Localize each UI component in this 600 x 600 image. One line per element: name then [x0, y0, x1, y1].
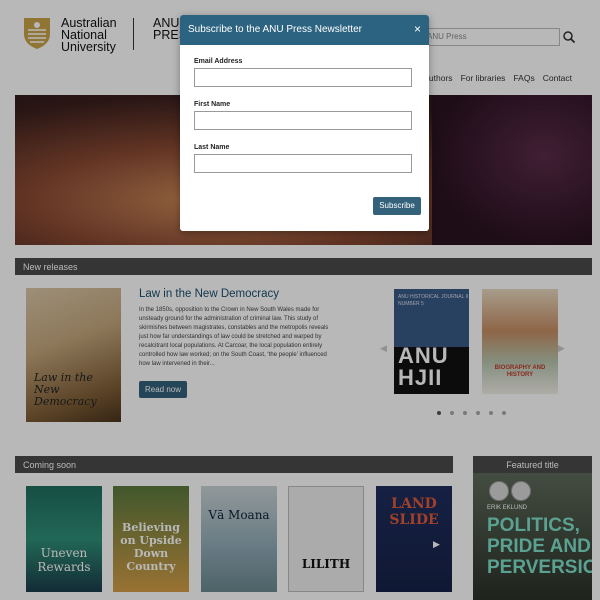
first-name-field[interactable]	[194, 111, 412, 130]
close-icon[interactable]: ×	[414, 22, 421, 36]
first-name-label: First Name	[194, 101, 231, 108]
email-field[interactable]	[194, 68, 412, 87]
modal-title: Subscribe to the ANU Press Newsletter	[188, 24, 362, 35]
last-name-field[interactable]	[194, 154, 412, 173]
modal-header: Subscribe to the ANU Press Newsletter ×	[180, 15, 429, 45]
email-label: Email Address	[194, 58, 243, 65]
newsletter-modal: Subscribe to the ANU Press Newsletter × …	[180, 15, 429, 231]
last-name-label: Last Name	[194, 144, 230, 151]
subscribe-button[interactable]: Subscribe	[373, 197, 421, 215]
